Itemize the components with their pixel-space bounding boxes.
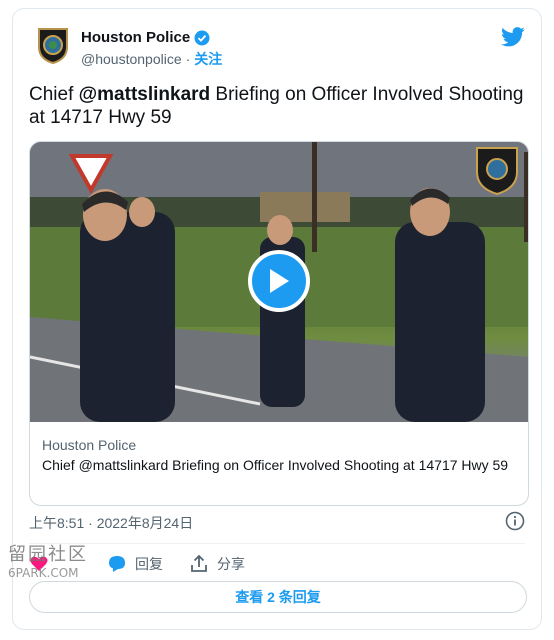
play-button[interactable] bbox=[248, 250, 310, 312]
account-name[interactable]: Houston Police bbox=[81, 29, 190, 46]
twitter-bird-icon[interactable] bbox=[501, 27, 525, 47]
watermark-cjk: 留园社区 bbox=[8, 544, 88, 565]
share-action[interactable]: 分享 bbox=[189, 554, 245, 574]
video-thumbnail[interactable] bbox=[30, 142, 528, 422]
share-label: 分享 bbox=[217, 556, 245, 572]
divider bbox=[29, 543, 525, 544]
media-source: Houston Police bbox=[42, 437, 137, 453]
watermark-site: 6PARK.COM bbox=[8, 566, 79, 580]
view-replies-button[interactable]: 查看 2 条回复 bbox=[29, 581, 527, 613]
houston-police-badge-avatar[interactable] bbox=[33, 25, 73, 65]
reply-label: 回复 bbox=[135, 556, 163, 572]
handle-row: @houstonpolice · 关注 bbox=[81, 49, 222, 69]
media-title: Chief @mattslinkard Briefing on Officer … bbox=[42, 457, 509, 473]
tweet-text: Chief @mattslinkard Briefing on Officer … bbox=[29, 83, 529, 129]
follow-button[interactable]: 关注 bbox=[194, 49, 222, 69]
speech-bubble-icon bbox=[109, 556, 125, 572]
verified-badge-icon bbox=[194, 30, 210, 45]
mention-link[interactable]: @mattslinkard bbox=[79, 84, 211, 105]
account-handle[interactable]: @houstonpolice bbox=[81, 51, 182, 67]
media-caption[interactable]: Houston Police Chief @mattslinkard Brief… bbox=[42, 436, 518, 475]
play-icon bbox=[270, 269, 289, 293]
site-watermark: 留园社区 6PARK.COM bbox=[8, 540, 88, 580]
media-card[interactable]: Houston Police Chief @mattslinkard Brief… bbox=[29, 141, 529, 506]
tweet-timestamp[interactable]: 上午8:51 · 2022年8月24日 bbox=[29, 513, 193, 533]
tweet-text-prefix: Chief bbox=[29, 84, 79, 105]
account-name-row[interactable]: Houston Police bbox=[81, 29, 210, 46]
tweet-card: Houston Police @houstonpolice · 关注 Chief… bbox=[12, 8, 542, 630]
reply-action[interactable]: 回复 bbox=[107, 554, 163, 574]
info-icon[interactable] bbox=[505, 511, 525, 531]
handle-separator: · bbox=[185, 51, 191, 67]
share-icon bbox=[191, 554, 207, 572]
